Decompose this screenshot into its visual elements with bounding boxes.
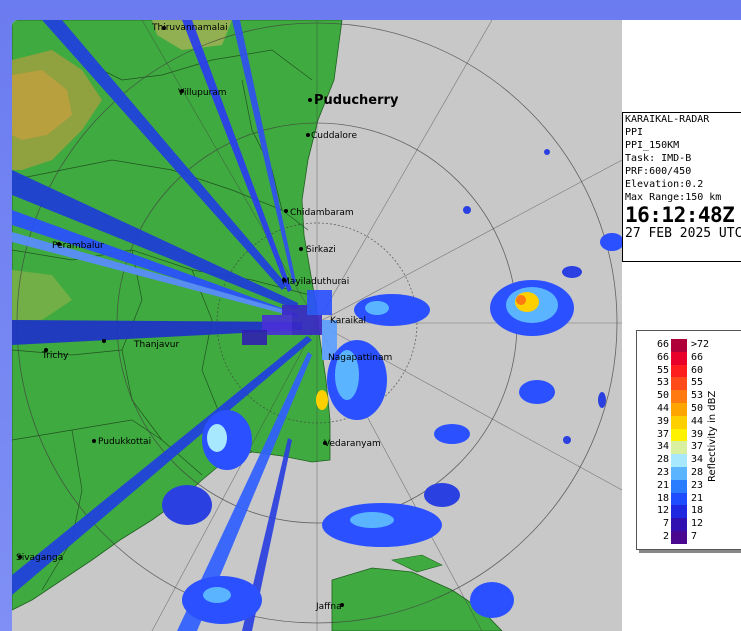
legend-left-value: 12 (656, 505, 669, 517)
label-thiruvannamalai: Thiruvannamalai (151, 23, 228, 33)
city-dot (308, 98, 312, 102)
station-name: KARAIKAL-RADAR (625, 114, 710, 125)
legend-left-value: 50 (656, 390, 669, 402)
legend-left-value: 21 (656, 479, 669, 491)
legend-row: 23 28 (637, 467, 707, 480)
legend-swatch (671, 441, 687, 455)
legend-swatch (671, 531, 687, 544)
city-dot (92, 439, 96, 443)
product-name: PPI (625, 127, 644, 138)
legend-swatch (671, 403, 687, 416)
legend-swatch (671, 454, 687, 467)
legend-left-value: 44 (656, 403, 669, 414)
legend-left-value: 23 (656, 467, 669, 478)
legend-row: 66 >72 (637, 339, 709, 352)
legend-left-value: 55 (656, 364, 669, 376)
legend-left-value: 2 (662, 531, 669, 542)
city-dot (306, 133, 310, 137)
city-dot (102, 339, 106, 343)
legend-row: 66 66 (637, 351, 707, 365)
legend-right-value: 7 (691, 531, 698, 542)
legend-swatch (671, 339, 687, 352)
label-villupuram: Villupuram (178, 88, 227, 98)
legend-left-value: 37 (656, 428, 669, 440)
scan-time: 16:12:48Z (625, 203, 735, 227)
legend-left-value: 18 (656, 492, 669, 504)
legend-row: 37 39 (637, 428, 707, 442)
legend-swatch (671, 377, 687, 391)
legend-row: 50 53 (637, 390, 707, 403)
label-cuddalore: Cuddalore (311, 131, 357, 141)
city-dot (299, 247, 303, 251)
legend-row: 55 60 (637, 364, 707, 378)
legend-swatch (671, 492, 687, 506)
legend-row: 53 55 (637, 377, 707, 391)
legend-row: 12 18 (637, 505, 707, 519)
legend-swatch (671, 467, 687, 480)
prf-text: PRF:600/450 (625, 166, 692, 177)
label-mayiladuthurai: Mayiladuthurai (282, 277, 349, 287)
label-thanjavur: Thanjavur (133, 340, 179, 350)
label-vedaranyam: Vedaranyam (324, 439, 381, 449)
reflectivity-legend: 66 >72 66 66 55 60 53 55 50 53 44 50 39 44 37 39 34 37 28 3… (636, 330, 741, 550)
label-sivaganga: Sivaganga (16, 553, 63, 563)
legend-left-value: 66 (656, 351, 669, 363)
label-puducherry: Puducherry (314, 93, 399, 108)
legend-swatch (671, 428, 687, 442)
legend-title: Reflectivity in dBZ (707, 390, 718, 482)
legend-swatch (671, 415, 687, 429)
legend-row: 21 23 (637, 479, 707, 493)
legend-row: 7 12 (637, 518, 707, 531)
legend-left-value: 39 (656, 415, 669, 427)
label-karaikal: Karaikal (330, 316, 366, 326)
scan-date: 27 FEB 2025 UTC (625, 226, 741, 241)
label-sirkazhi: Sirkazi (306, 245, 336, 255)
label-trichy: Trichy (41, 351, 69, 361)
label-perambalur: Perambalur (52, 241, 104, 251)
legend-swatch (671, 518, 687, 531)
radar-frame: Thiruvannamalai Villupuram Puducherry Cu… (12, 20, 741, 631)
legend-swatch (671, 364, 687, 378)
legend-row: 44 50 (637, 403, 707, 416)
legend-row: 34 37 (637, 441, 707, 455)
legend-left-value: 66 (656, 339, 669, 350)
legend-left-value: 34 (656, 441, 669, 453)
radar-info-panel: KARAIKAL-RADAR PPI PPI_150KM Task: IMD-B… (622, 112, 741, 262)
legend-row: 39 44 (637, 415, 707, 429)
elevation-text: Elevation:0.2 (625, 179, 704, 190)
legend-swatch (671, 479, 687, 493)
label-nagapattinam: Nagapattinam (328, 353, 392, 363)
city-dot (284, 209, 288, 213)
legend-row: 18 21 (637, 492, 707, 506)
label-chidambaram: Chidambaram (290, 208, 354, 218)
label-pudukkottai: Pudukkottai (98, 437, 151, 447)
label-jaffna: Jaffna (315, 602, 342, 612)
task-text: Task: IMD-B (625, 153, 692, 164)
legend-swatch (671, 351, 687, 365)
legend-swatch (671, 390, 687, 403)
legend-swatch (671, 505, 687, 519)
legend-left-value: 53 (656, 377, 669, 389)
range-product: PPI_150KM (625, 140, 680, 151)
legend-left-value: 7 (662, 518, 669, 530)
legend-row: 27 (637, 531, 707, 544)
legend-row: 28 34 (637, 454, 707, 467)
legend-left-value: 28 (656, 454, 669, 466)
